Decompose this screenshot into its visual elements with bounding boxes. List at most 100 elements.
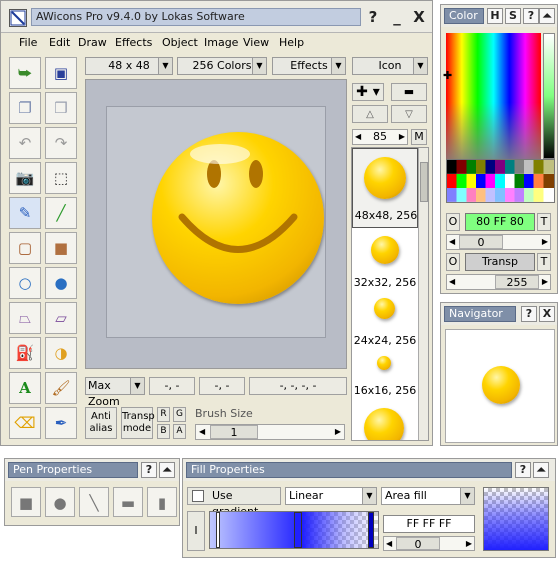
ellipse-filled-icon[interactable]: ● [45,267,77,299]
zoom-select[interactable]: Max Zoom ▼ [85,377,145,408]
copy-icon[interactable]: ❐ [9,92,41,124]
transparency-button-1[interactable]: T [537,213,551,231]
polygon-filled-icon[interactable]: ⏥ [45,302,77,334]
selection-icon[interactable]: ⬚ [45,162,77,194]
channel-r[interactable]: R [157,407,170,422]
slider-left-icon[interactable]: ◀ [449,235,455,249]
transparent-color-field[interactable]: Transp [465,253,535,271]
gradient-bar[interactable] [209,511,379,549]
icon-type-select[interactable]: Icon ▼ [352,57,428,75]
transp-mode-button[interactable]: Transp mode [121,407,155,439]
fill-bucket-icon[interactable]: ⛽ [9,337,41,369]
open-icon[interactable]: ⮩ [9,57,41,89]
mode-button[interactable]: M [411,129,427,145]
colors-select[interactable]: 256 Colors ▼ [177,57,267,75]
menu-object[interactable]: Object [162,36,198,49]
menu-draw[interactable]: Draw [78,36,107,49]
menu-image[interactable]: Image [204,36,238,49]
gradient-slider[interactable]: ◀ 0 ▶ [383,536,475,551]
move-up-button[interactable]: △ [352,105,388,123]
gradient-type-select[interactable]: Linear ▼ [285,487,377,505]
format-item-48[interactable]: 48x48, 256 [352,148,418,228]
pen-collapse-icon[interactable]: ⏶ [159,462,175,478]
opacity-button-2[interactable]: O [446,253,460,271]
navigator-view[interactable] [445,329,555,443]
remove-format-button[interactable]: ▬ [391,83,427,101]
gradient-stop-right[interactable] [368,512,374,548]
fill-collapse-icon[interactable]: ⏶ [533,462,549,478]
s-mode-button[interactable]: S [505,8,521,24]
add-format-button[interactable]: ✚ ▾ [352,83,384,101]
menu-help[interactable]: Help [279,36,304,49]
counter-right-icon[interactable]: ▶ [399,130,405,144]
use-gradient-checkbox[interactable] [192,490,204,502]
scrollbar-thumb[interactable] [420,162,428,202]
basic-palette[interactable] [446,159,555,203]
navigator-close-button[interactable]: X [539,306,555,322]
brush-size-slider[interactable]: ◀ 1 ▶ [195,424,345,440]
pen-diagonal-icon[interactable]: ╲ [79,487,109,517]
channel-a[interactable]: A [173,424,186,439]
size-select[interactable]: 48 x 48 ▼ [85,57,173,75]
pen-help-button[interactable]: ? [141,462,157,478]
gradient-color-field[interactable]: FF FF FF [383,515,475,533]
gradient-fill-icon[interactable]: ◑ [45,337,77,369]
ellipse-outline-icon[interactable]: ○ [9,267,41,299]
invert-gradient-button[interactable]: I [187,511,205,551]
capture-icon[interactable]: 📷 [9,162,41,194]
pencil-icon[interactable]: ✎ [9,197,41,229]
color-spectrum[interactable] [446,33,541,159]
close-button[interactable]: X [409,7,429,27]
eraser-icon[interactable]: ⌫ [9,407,41,439]
undo-icon[interactable]: ↶ [9,127,41,159]
slider-left-icon[interactable]: ◀ [199,425,205,439]
format-item-24[interactable]: 24x24, 256 [352,296,418,347]
fill-type-select[interactable]: Area fill ▼ [381,487,475,505]
pen-square-icon[interactable]: ■ [11,487,41,517]
brush-icon[interactable]: 🖌 [45,372,77,404]
slider-right-icon[interactable]: ▶ [335,425,341,439]
gradient-stop-mid[interactable] [294,512,302,548]
redo-icon[interactable]: ↷ [45,127,77,159]
minimize-button[interactable]: _ [387,7,407,27]
opacity-button-1[interactable]: O [446,213,460,231]
slider-right-icon[interactable]: ▶ [542,235,548,249]
menu-file[interactable]: File [19,36,37,49]
menu-effects[interactable]: Effects [115,36,152,49]
use-gradient-toggle[interactable]: Use gradient [187,487,281,518]
effects-select[interactable]: Effects ▼ [272,57,346,75]
format-item-next[interactable] [352,404,418,440]
move-down-button[interactable]: ▽ [391,105,427,123]
color-collapse-icon[interactable]: ⏶ [539,8,555,24]
polygon-outline-icon[interactable]: ⏢ [9,302,41,334]
pen-round-icon[interactable]: ● [45,487,75,517]
pen-vertical-icon[interactable]: ▮ [147,487,177,517]
antialias-button[interactable]: Anti alias [85,407,117,439]
pen-horizontal-icon[interactable]: ▬ [113,487,143,517]
slider-right-icon[interactable]: ▶ [466,537,472,550]
h-mode-button[interactable]: H [487,8,503,24]
counter-left-icon[interactable]: ◀ [355,130,361,144]
paste-icon[interactable]: ❒ [45,92,77,124]
color-slider-2[interactable]: ◀ 255 ▶ [446,274,551,290]
color-help-button[interactable]: ? [523,8,539,24]
primary-color-field[interactable]: 80 FF 80 [465,213,535,231]
menu-edit[interactable]: Edit [49,36,70,49]
navigator-help-button[interactable]: ? [521,306,537,322]
eyedropper-icon[interactable]: ✒ [45,407,77,439]
format-item-32[interactable]: 32x32, 256 [352,232,418,292]
rectangle-outline-icon[interactable]: ▢ [9,232,41,264]
channel-b[interactable]: B [157,424,170,439]
format-item-16[interactable]: 16x16, 256 [352,352,418,398]
channel-g[interactable]: G [173,407,186,422]
save-icon[interactable]: ▣ [45,57,77,89]
gradient-stop-left[interactable] [216,512,220,548]
slider-left-icon[interactable]: ◀ [386,537,392,550]
line-icon[interactable]: ╱ [45,197,77,229]
fill-help-button[interactable]: ? [515,462,531,478]
drawing-canvas[interactable] [106,106,326,338]
slider-right-icon[interactable]: ▶ [542,275,548,289]
help-button[interactable]: ? [363,7,383,27]
slider-left-icon[interactable]: ◀ [449,275,455,289]
color-slider-1[interactable]: ◀ 0 ▶ [446,234,551,250]
